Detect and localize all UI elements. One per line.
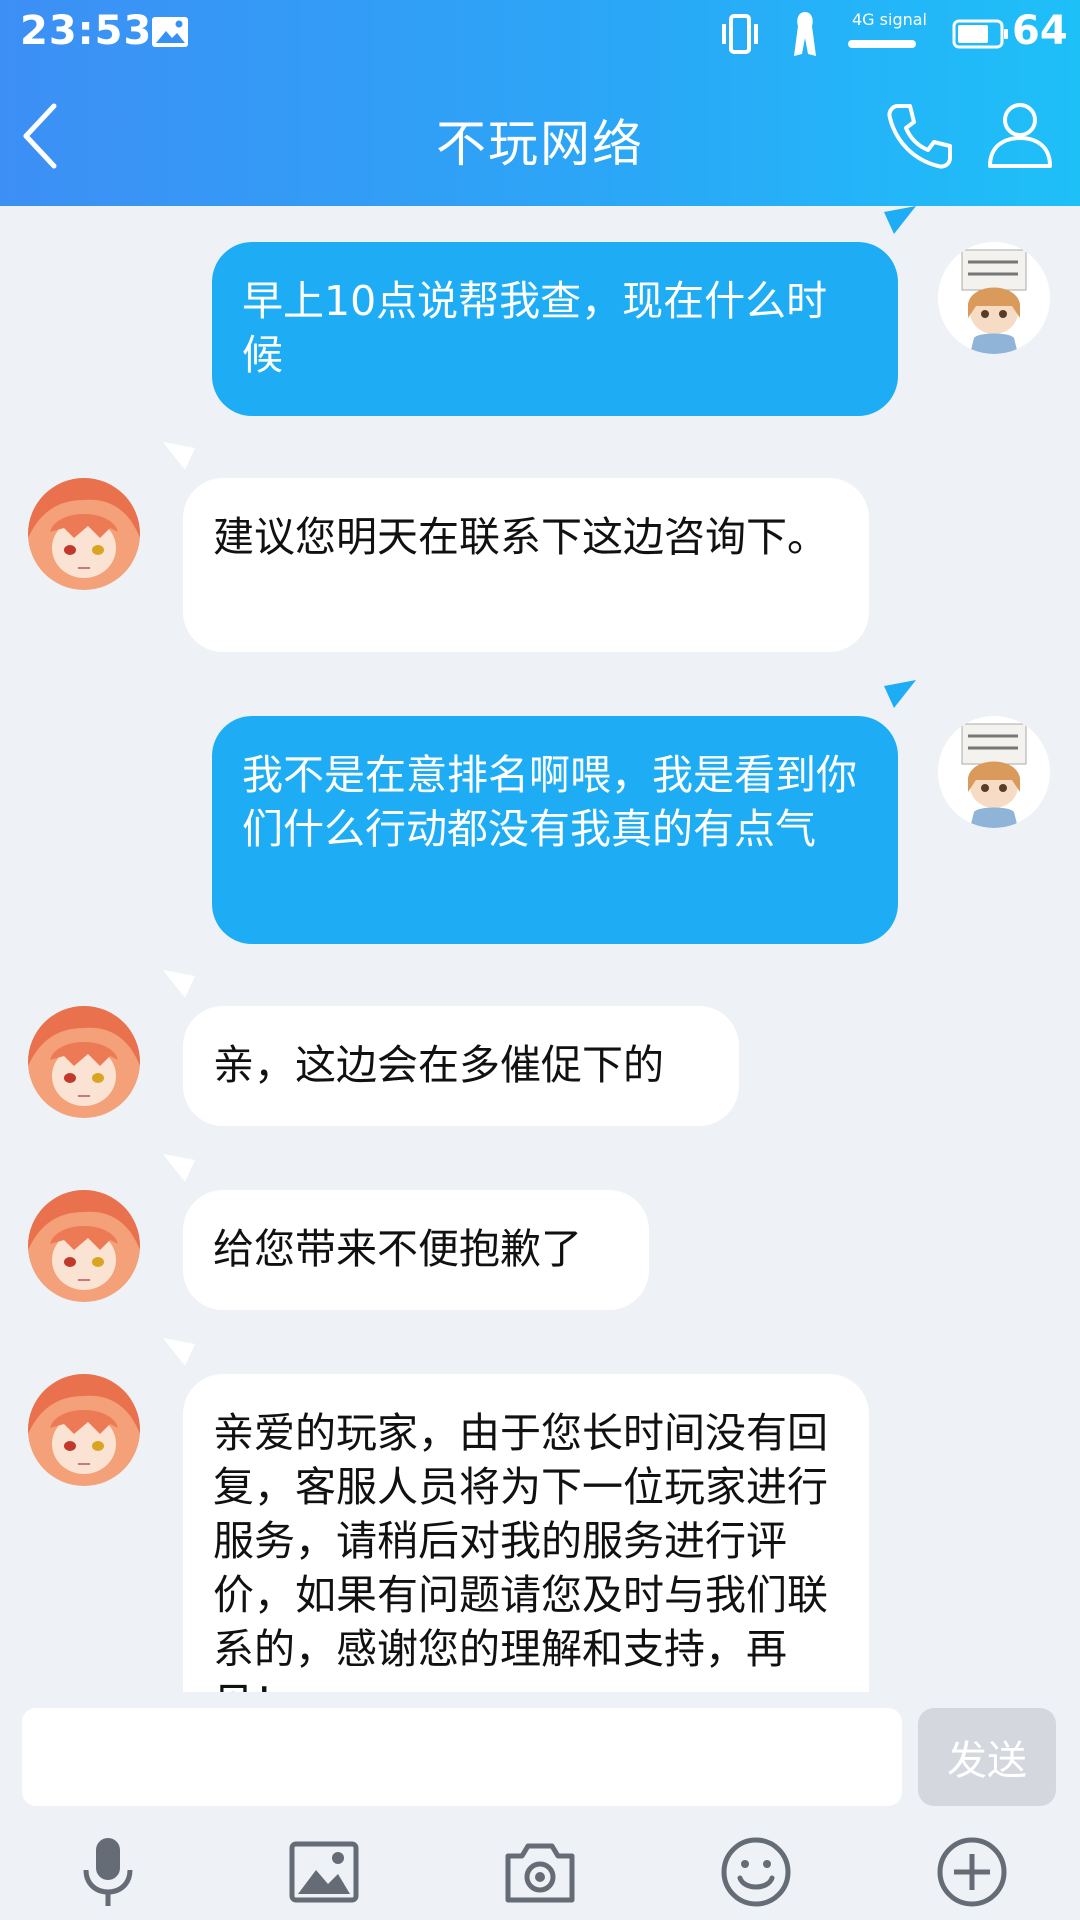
status-time: 23:53 (20, 8, 153, 54)
microphone-icon[interactable] (70, 1834, 146, 1910)
agent-avatar[interactable] (28, 1006, 140, 1118)
camera-icon[interactable] (502, 1834, 578, 1910)
battery-icon (952, 19, 1008, 49)
emoji-icon[interactable] (718, 1834, 794, 1910)
chat-header: 23:53 4G signal 64 不玩网络 (0, 0, 1080, 206)
bubble-tail (163, 442, 195, 470)
bubble-tail (884, 206, 916, 234)
message-input[interactable] (22, 1708, 902, 1806)
plus-icon[interactable] (934, 1834, 1010, 1910)
bubble-tail (163, 1154, 195, 1182)
outgoing-message-bubble[interactable]: 早上10点说帮我查，现在什么时候 (212, 242, 898, 416)
message-text: 早上10点说帮我查，现在什么时候 (242, 277, 828, 379)
incoming-message-bubble[interactable]: 建议您明天在联系下这边咨询下。 (183, 478, 869, 652)
signal-strength-bar (848, 40, 916, 48)
user-avatar[interactable] (938, 716, 1050, 828)
message-list[interactable]: 早上10点说帮我查，现在什么时候 建议您明天在联系下这边咨询下。 我不是在意排名… (0, 206, 1080, 1692)
vibrate-icon (722, 14, 758, 54)
agent-avatar[interactable] (28, 1190, 140, 1302)
send-button[interactable]: 发送 (918, 1708, 1056, 1806)
agent-avatar[interactable] (28, 478, 140, 590)
message-text: 给您带来不便抱歉了 (213, 1225, 582, 1273)
input-bar: 发送 (0, 1692, 1080, 1920)
bubble-tail (163, 1338, 195, 1366)
message-text: 建议您明天在联系下这边咨询下。 (213, 513, 828, 561)
image-icon[interactable] (286, 1834, 362, 1910)
incoming-message-bubble[interactable]: 亲爱的玩家，由于您长时间没有回复，客服人员将为下一位玩家进行服务，请稍后对我的服… (183, 1374, 869, 1692)
outgoing-message-bubble[interactable]: 我不是在意排名啊喂，我是看到你们什么行动都没有我真的有点气 (212, 716, 898, 944)
user-avatar[interactable] (938, 242, 1050, 354)
incoming-message-bubble[interactable]: 给您带来不便抱歉了 (183, 1190, 649, 1310)
status-bar: 23:53 4G signal 64 (0, 0, 1080, 68)
profile-icon[interactable] (986, 100, 1054, 170)
agent-avatar[interactable] (28, 1374, 140, 1486)
message-text: 我不是在意排名啊喂，我是看到你们什么行动都没有我真的有点气 (242, 751, 857, 853)
bubble-tail (884, 680, 916, 708)
phone-call-icon[interactable] (884, 100, 956, 172)
message-text: 亲爱的玩家，由于您长时间没有回复，客服人员将为下一位玩家进行服务，请稍后对我的服… (213, 1409, 828, 1692)
character-status-icon (794, 12, 816, 56)
bubble-tail (163, 970, 195, 998)
incoming-message-bubble[interactable]: 亲，这边会在多催促下的 (183, 1006, 739, 1126)
message-text: 亲，这边会在多催促下的 (213, 1041, 664, 1089)
signal-label: 4G signal (852, 10, 927, 29)
gallery-notification-icon (152, 17, 188, 47)
battery-percent: 64 (1012, 8, 1068, 54)
